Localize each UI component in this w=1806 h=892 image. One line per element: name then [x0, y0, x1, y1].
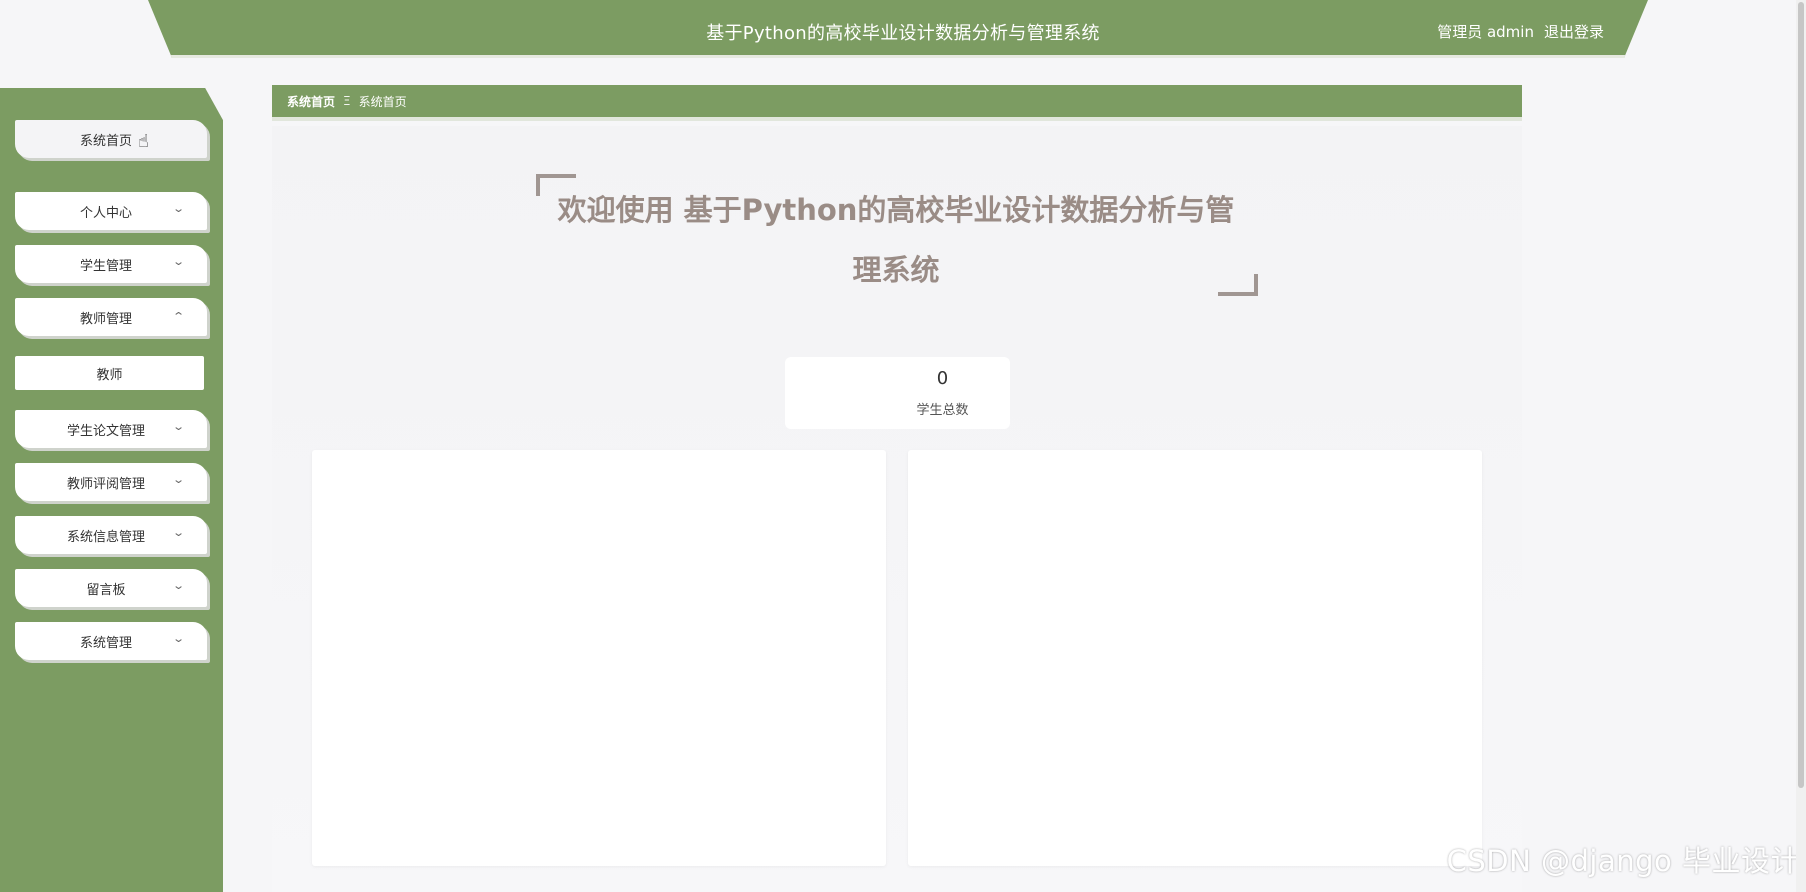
user-label: 管理员 admin: [1437, 23, 1534, 41]
sidebar-item-label: 系统首页: [79, 133, 132, 149]
sidebar-item-label: 教师评阅管理: [66, 476, 145, 492]
sidebar-item-label: 系统信息管理: [66, 529, 145, 545]
sidebar-item-message-board[interactable]: 留言板 ⌄: [15, 569, 207, 607]
sidebar-item-student-management[interactable]: 学生管理 ⌄: [15, 245, 207, 283]
corner-bracket-bottom-right: [1218, 274, 1258, 296]
scrollbar-thumb[interactable]: [1798, 2, 1804, 788]
chevron-down-icon: ⌄: [171, 202, 185, 215]
chart-panel-right: [908, 450, 1482, 866]
sidebar-item-system-management[interactable]: 系统管理 ⌄: [15, 622, 207, 660]
chevron-down-icon: ⌄: [171, 473, 185, 486]
chevron-up-icon: ⌃: [171, 310, 185, 323]
chevron-down-icon: ⌄: [171, 255, 185, 268]
sidebar-item-label: 留言板: [86, 582, 126, 598]
welcome-line: 欢迎使用 基于Python的高校毕业设计数据分析与管: [557, 193, 1235, 227]
user-area: 管理员 admin 退出登录: [1437, 21, 1604, 42]
breadcrumb: 系统首页 Ξ 系统首页: [272, 85, 1522, 121]
breadcrumb-item[interactable]: 系统首页: [287, 93, 335, 110]
sidebar-item-label: 教师管理: [79, 311, 132, 327]
sidebar-item-review-management[interactable]: 教师评阅管理 ⌄: [15, 463, 207, 501]
chevron-down-icon: ⌄: [171, 579, 185, 592]
sidebar-item-label: 个人中心: [79, 205, 132, 221]
sidebar-item-label: 学生管理: [79, 258, 132, 274]
sidebar-item-personal-center[interactable]: 个人中心 ⌄: [15, 192, 207, 230]
sidebar-item-home[interactable]: 系统首页: [15, 120, 207, 158]
watermark: CSDN @django 毕业设计: [1446, 844, 1800, 878]
breadcrumb-separator-icon: Ξ: [343, 94, 351, 108]
breadcrumb-item: 系统首页: [358, 94, 407, 109]
stat-label: 学生总数: [916, 403, 969, 418]
sidebar-subitem-teacher[interactable]: 教师: [15, 356, 204, 390]
sidebar-item-label: 学生论文管理: [66, 423, 145, 439]
logout-link[interactable]: 退出登录: [1544, 21, 1604, 42]
sidebar-item-label: 系统管理: [79, 635, 132, 651]
welcome-line: 理系统: [852, 253, 940, 287]
welcome-heading: 欢迎使用 基于Python的高校毕业设计数据分析与管 理系统: [536, 180, 1256, 300]
chevron-down-icon: ⌄: [171, 526, 185, 539]
stat-card-student-total: 0 学生总数: [785, 357, 1010, 429]
chart-panel-left: [312, 450, 886, 866]
sidebar-subitem-label: 教师: [96, 367, 123, 383]
hand-cursor-icon: ☝: [138, 131, 149, 152]
sidebar-item-teacher-management[interactable]: 教师管理 ⌃: [15, 298, 207, 336]
sidebar-item-system-info-management[interactable]: 系统信息管理 ⌄: [15, 516, 207, 554]
chevron-down-icon: ⌄: [171, 420, 185, 433]
stat-value: 0: [936, 368, 949, 389]
sidebar-item-thesis-management[interactable]: 学生论文管理 ⌄: [15, 410, 207, 448]
page-scrollbar[interactable]: [1796, 0, 1806, 892]
chevron-down-icon: ⌄: [171, 632, 185, 645]
